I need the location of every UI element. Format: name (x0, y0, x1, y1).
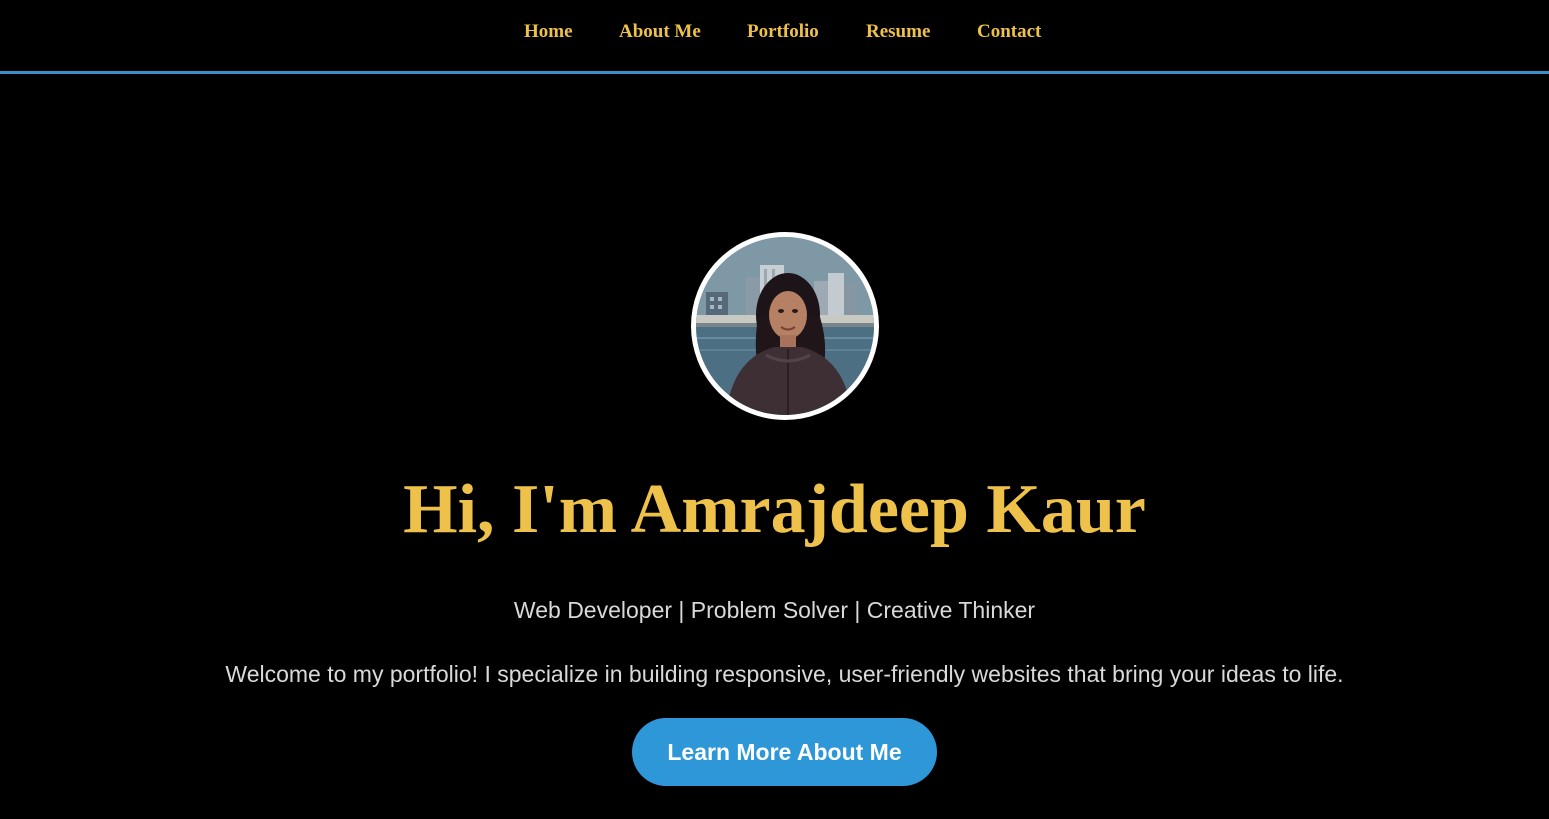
nav-link-about-me[interactable]: About Me (619, 21, 701, 43)
nav-link-contact[interactable]: Contact (977, 21, 1041, 43)
profile-photo-image (696, 237, 874, 415)
nav-link-resume[interactable]: Resume (866, 21, 930, 43)
hero-title: Hi, I'm Amrajdeep Kaur (403, 471, 1146, 548)
profile-photo (691, 232, 879, 420)
page: Home About Me Portfolio Resume Contact H… (0, 0, 1549, 819)
hero-tagline: Web Developer | Problem Solver | Creativ… (513, 597, 1036, 623)
top-nav: Home About Me Portfolio Resume Contact (0, 0, 1549, 74)
nav-link-portfolio[interactable]: Portfolio (747, 21, 819, 43)
nav-link-home[interactable]: Home (524, 21, 573, 43)
learn-more-button[interactable]: Learn More About Me (632, 718, 937, 786)
welcome-text: Welcome to my portfolio! I specialize in… (225, 661, 1344, 687)
